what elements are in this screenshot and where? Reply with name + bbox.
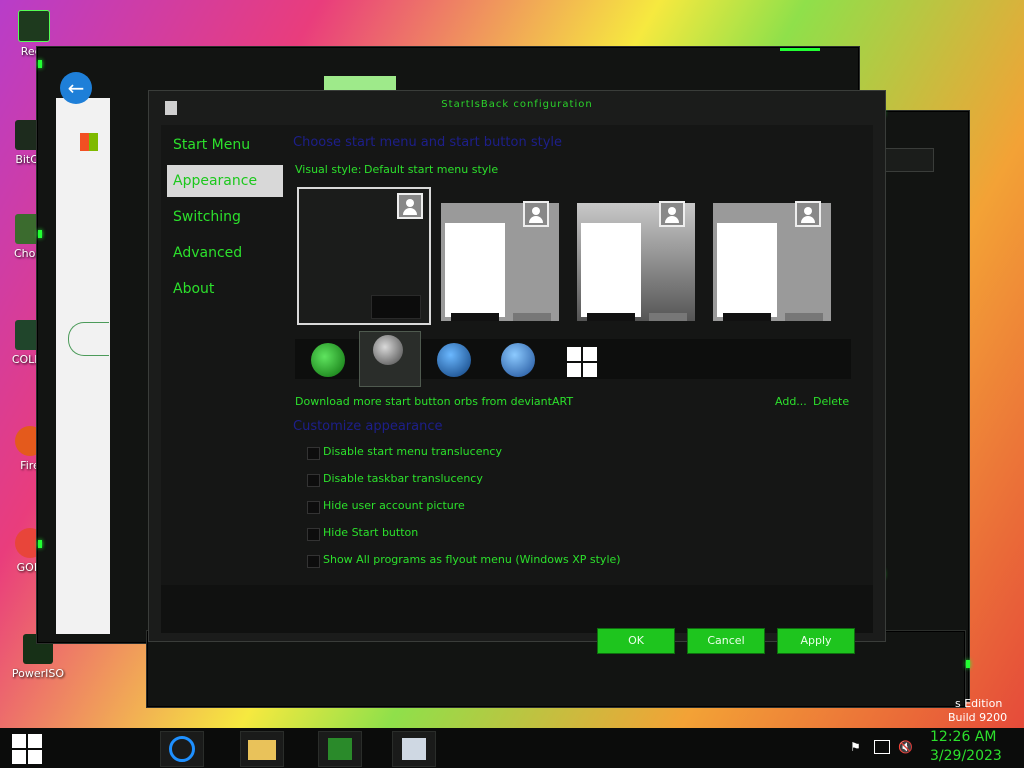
thumb-taskbar-preview [371,295,421,319]
recycle-bin-icon [18,10,50,42]
thumb-bar [587,313,635,321]
user-picture-icon [397,193,423,219]
taskbar-app[interactable] [318,731,362,767]
background-window-right[interactable] [872,110,970,702]
thumb-bar [513,313,551,321]
style-thumbnail-4[interactable] [713,201,831,321]
folder-icon [248,740,276,760]
checkbox-flyout-menu[interactable] [307,555,320,568]
style-thumbnail-3[interactable] [577,201,695,321]
taskbar [0,728,1024,768]
checkbox-hide-user-picture[interactable] [307,501,320,514]
taskbar-ie[interactable] [160,731,204,767]
user-picture-icon [795,201,821,227]
volume-muted-icon[interactable]: 🔇 [898,740,913,754]
frame-light [38,230,42,238]
checkbox-disable-taskbar-translucency[interactable] [307,474,320,487]
windows8-logo-icon[interactable] [567,347,597,377]
thumb-panel [717,223,777,317]
thumb-bar [723,313,771,321]
visual-style-label: Visual style: [295,163,362,176]
delete-orb-link[interactable]: Delete [813,395,849,408]
nav-about[interactable]: About [167,273,283,305]
checkbox-disable-start-translucency[interactable] [307,447,320,460]
clover-orb-icon[interactable] [311,343,345,377]
checkbox-hide-start-button[interactable] [307,528,320,541]
taskbar-startisback[interactable] [392,731,436,767]
user-picture-icon [523,201,549,227]
thumb-panel [581,223,641,317]
label-disable-taskbar-translucency[interactable]: Disable taskbar translucency [323,472,483,485]
ok-button[interactable]: OK [597,628,675,654]
settings-item-badge[interactable] [68,322,109,356]
internet-explorer-icon [169,736,195,762]
windows7-orb-icon[interactable] [437,343,471,377]
nav-start-menu[interactable]: Start Menu [167,129,283,161]
network-icon[interactable] [874,740,890,754]
user-picture-icon [659,201,685,227]
dialog-title: StartIsBack configuration [441,99,593,110]
windows-orb-icon[interactable] [373,335,403,365]
window-icon [402,738,426,760]
label-flyout-menu[interactable]: Show All programs as flyout menu (Window… [323,553,621,566]
frame-light-top [780,48,820,51]
windows-logo-icon [80,133,98,151]
appearance-heading: Choose start menu and start button style [293,135,562,150]
add-orb-link[interactable]: Add... [775,395,807,408]
style-thumbnail-2[interactable] [441,201,559,321]
thumb-bar [451,313,499,321]
frame-light-top [324,76,396,90]
startisback-dialog[interactable]: StartIsBack configuration Start Menu App… [148,90,886,654]
windows-start-icon [12,734,42,764]
frame-light [38,540,42,548]
watermark-edition: s Edition [955,697,1003,710]
cancel-button[interactable]: Cancel [687,628,765,654]
windows7-orb-alt-icon[interactable] [501,343,535,377]
thumb-panel [445,223,505,317]
clock-time[interactable]: 12:26 AM [930,729,996,745]
back-arrow-icon[interactable]: ← [60,72,92,104]
settings-white-panel [56,98,110,634]
style-thumbnail-selected[interactable] [297,187,431,325]
frame-light [966,660,970,668]
thumb-bar [785,313,823,321]
right-window-header-band [884,148,934,172]
flag-icon[interactable]: ⚑ [850,740,861,754]
nav-appearance[interactable]: Appearance [167,165,283,197]
thumb-bar [649,313,687,321]
label-hide-user-picture[interactable]: Hide user account picture [323,499,465,512]
clock-date[interactable]: 3/29/2023 [930,748,1002,764]
nav-switching[interactable]: Switching [167,201,283,233]
frame-light [38,60,42,68]
label-hide-start-button[interactable]: Hide Start button [323,526,418,539]
dialog-footer [161,585,873,633]
nav-advanced[interactable]: Advanced [167,237,283,269]
customize-heading: Customize appearance [293,419,443,434]
visual-style-value[interactable]: Default start menu style [364,163,498,176]
label-disable-start-translucency[interactable]: Disable start menu translucency [323,445,502,458]
taskbar-explorer[interactable] [240,731,284,767]
download-orbs-link[interactable]: Download more start button orbs from dev… [295,395,573,408]
app-icon [328,738,352,760]
apply-button[interactable]: Apply [777,628,855,654]
watermark-build: Build 9200 [948,711,1008,724]
dialog-client: Start Menu Appearance Switching Advanced… [161,125,873,654]
